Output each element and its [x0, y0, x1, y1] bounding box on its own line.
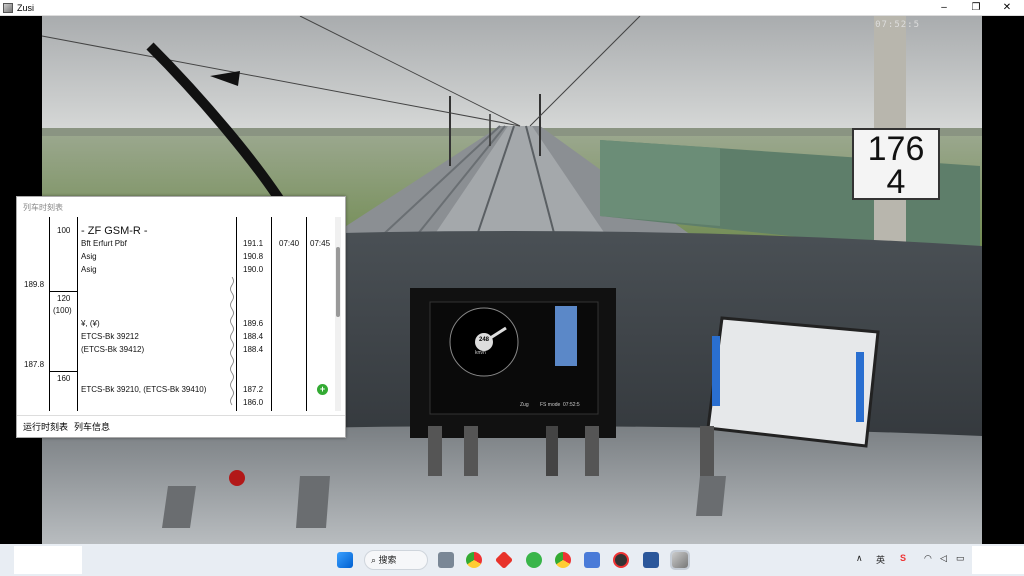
search-label: 搜索 — [378, 555, 397, 565]
row-dep: 07:45 — [310, 239, 331, 248]
search-icon: ⌕ — [371, 555, 379, 565]
sim-clock: 07:52:5 — [875, 20, 920, 30]
row-km: 186.0 — [243, 398, 264, 407]
tab-train-info[interactable]: 列车信息 — [74, 420, 110, 433]
row-km: 191.1 — [243, 239, 264, 248]
speed-label: 100 — [57, 226, 71, 235]
speed-label: 120 — [57, 294, 71, 303]
tab-timetable[interactable]: 运行时刻表 — [23, 420, 68, 433]
km-sign-bottom: 4 — [886, 163, 906, 201]
tray-expand-icon[interactable]: ∧ — [856, 553, 863, 564]
row-name: ¥, (¥) — [81, 319, 100, 328]
row-name: Asig — [81, 265, 97, 274]
dmi-bottom-mode[interactable]: FS mode — [540, 402, 560, 408]
search-box[interactable]: ⌕ 搜索 — [364, 550, 428, 570]
timetable-scrollbar[interactable] — [335, 217, 341, 411]
km-mark: 189.8 — [24, 280, 45, 289]
title-bar: Zusi – ❐ ✕ — [0, 0, 1024, 16]
sogou-icon[interactable]: S — [900, 553, 906, 563]
taskbar-blank-right — [972, 546, 1024, 574]
zusi-window: Zusi – ❐ ✕ 176 4 248 km/h Zug FS mode 07… — [0, 0, 1024, 576]
timetable-body: 100 120 (100) 160 189.8 187.8 - ZF GSM-R… — [21, 217, 337, 411]
app-green-icon[interactable] — [526, 552, 542, 568]
scrollbar-thumb[interactable] — [336, 247, 340, 317]
minimize-button[interactable]: – — [929, 0, 959, 16]
row-km: 188.4 — [243, 332, 264, 341]
zusi-taskbar-icon[interactable] — [670, 550, 690, 570]
row-km: 190.8 — [243, 252, 264, 261]
windows-start-icon[interactable] — [337, 552, 353, 568]
speed-label: (100) — [53, 306, 72, 315]
zusi-app-icon — [3, 2, 13, 13]
timetable-tabs: 运行时刻表 列车信息 — [17, 415, 345, 437]
row-km: 187.2 — [243, 385, 264, 394]
row-km: 189.6 — [243, 319, 264, 328]
track-name: - ZF GSM-R - — [81, 225, 148, 237]
chrome-icon[interactable] — [466, 552, 482, 568]
row-name: Asig — [81, 252, 97, 261]
km-sign: 176 4 — [852, 128, 940, 200]
battery-icon[interactable]: ▭ — [956, 553, 965, 564]
volume-icon[interactable]: ◁ — [940, 553, 947, 564]
taskbar-blank-left — [14, 546, 82, 574]
km-mark: 187.8 — [24, 360, 45, 369]
row-name: ETCS-Bk 39210, (ETCS-Bk 39410) — [81, 385, 207, 394]
taskbar: ⌕ 搜索 ∧ 英 S ◠ ◁ ▭ — [0, 544, 1024, 576]
dmi-speed-readout: 248 — [478, 337, 489, 343]
app-red-icon[interactable] — [494, 550, 514, 570]
file-explorer-icon[interactable] — [438, 552, 454, 568]
close-button[interactable]: ✕ — [992, 0, 1022, 16]
km-sign-top: 176 — [867, 130, 925, 168]
add-button[interactable]: + — [317, 384, 328, 395]
timetable-header: 列车时刻表 — [23, 203, 63, 212]
wavy-line-icon — [230, 277, 234, 406]
wifi-icon[interactable]: ◠ — [924, 553, 932, 564]
row-arr: 07:40 — [279, 239, 300, 248]
word-icon[interactable] — [643, 552, 659, 568]
row-km: 188.4 — [243, 345, 264, 354]
dmi-bottom-time: 07:52:5 — [563, 402, 580, 408]
row-name: Bft Erfurt Pbf — [81, 239, 127, 248]
timetable-panel: 列车时刻表 100 120 (100) 160 189.8 187.8 - ZF… — [16, 196, 346, 438]
row-name: (ETCS-Bk 39412) — [81, 345, 145, 354]
chrome-2-icon[interactable] — [555, 552, 571, 568]
ime-indicator[interactable]: 英 — [876, 553, 885, 566]
row-name: ETCS-Bk 39212 — [81, 332, 139, 341]
speed-label: 160 — [57, 374, 71, 383]
row-km: 190.0 — [243, 265, 264, 274]
app-blue-icon[interactable] — [584, 552, 600, 568]
dmi-bottom-zug[interactable]: Zug — [520, 402, 529, 408]
window-title: Zusi — [17, 2, 35, 13]
dmi-speed-unit: km/h — [475, 350, 486, 356]
app-record-icon[interactable] — [613, 552, 629, 568]
restore-button[interactable]: ❐ — [961, 0, 991, 16]
